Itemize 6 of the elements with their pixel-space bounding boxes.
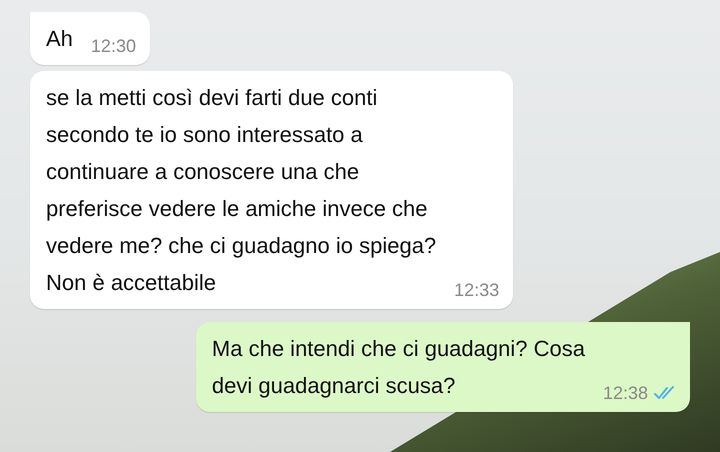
- message-time: 12:30: [90, 35, 136, 57]
- message-text: Ah: [46, 25, 73, 53]
- message-text: Ma che intendi che ci guadagni? Cosa devi guadagnarci scusa?: [212, 335, 585, 400]
- message-text: se la metti così devi farti due conti secondo te io sono interessato a continuare a conoscere una che preferisce vedere le amiche invece che vedere me? che ci guadagno io spiega? Non è accettabile: [46, 84, 436, 297]
- message-time: 12:33: [454, 279, 500, 301]
- message-time: 12:38: [602, 382, 648, 404]
